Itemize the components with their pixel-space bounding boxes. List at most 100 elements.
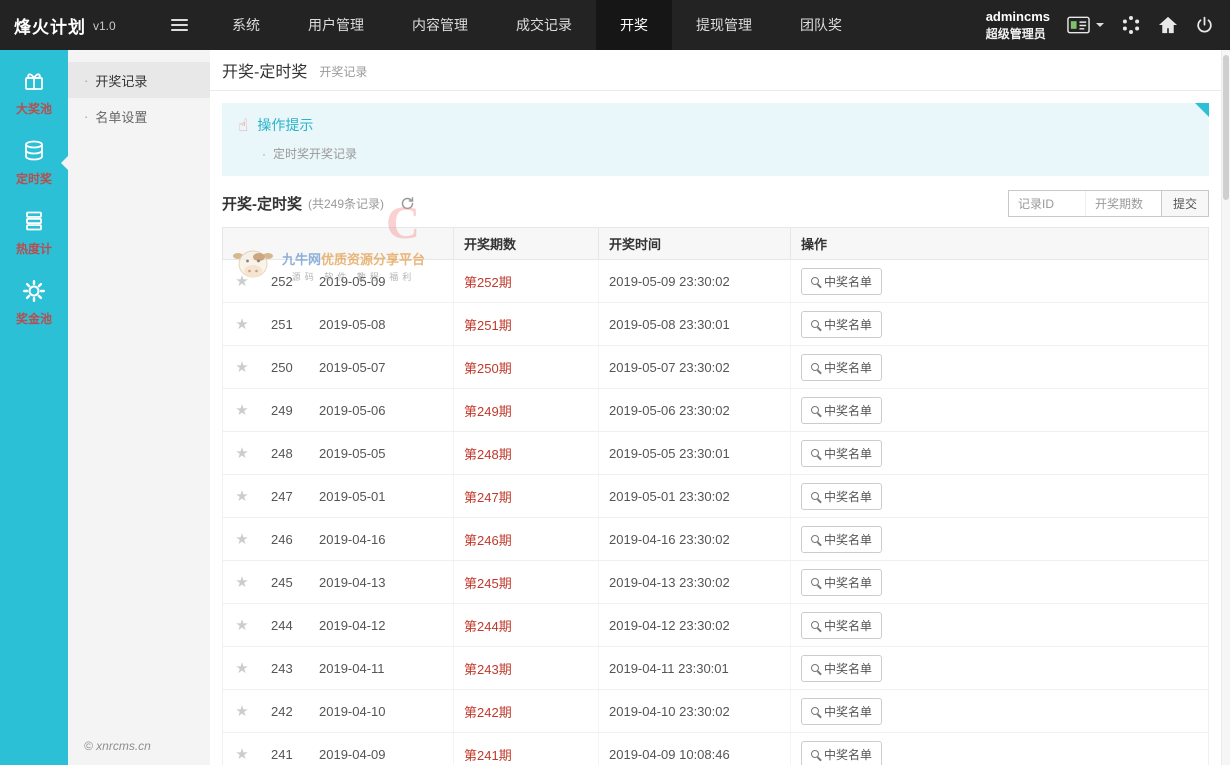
table-row: ★ 250 2019-05-07 第250期 2019-05-07 23:30:… <box>223 346 1208 389</box>
bullet: · <box>84 73 88 88</box>
nav-item-deal-records[interactable]: 成交记录 <box>492 0 596 50</box>
refresh-icon[interactable] <box>400 196 415 211</box>
issue-cell: 第248期 <box>454 432 599 474</box>
header-id <box>261 228 309 259</box>
winners-list-button[interactable]: 中奖名单 <box>801 612 882 639</box>
record-date: 2019-04-09 <box>309 733 454 765</box>
star-icon[interactable]: ★ <box>235 444 248 462</box>
issue-link[interactable]: 第242期 <box>464 702 512 721</box>
submenu-item-draw-records[interactable]: · 开奖记录 <box>68 62 210 98</box>
header-action: 操作 <box>791 228 1208 259</box>
issue-link[interactable]: 第248期 <box>464 444 512 463</box>
navbar-right: admincms 超级管理员 <box>986 0 1230 50</box>
user-role: 超级管理员 <box>986 26 1050 42</box>
draw-time: 2019-04-11 23:30:01 <box>599 647 791 689</box>
star-icon[interactable]: ★ <box>235 745 248 763</box>
logout-power-icon[interactable] <box>1195 16 1214 35</box>
record-date: 2019-05-09 <box>309 260 454 302</box>
record-id-input[interactable] <box>1009 191 1085 216</box>
search-icon <box>811 492 819 500</box>
apps-dots-icon[interactable] <box>1121 15 1141 35</box>
brand-name: 烽火计划 <box>14 13 86 38</box>
header-star <box>223 228 261 259</box>
star-icon[interactable]: ★ <box>235 487 248 505</box>
winners-list-button[interactable]: 中奖名单 <box>801 655 882 682</box>
winners-list-button[interactable]: 中奖名单 <box>801 569 882 596</box>
draw-time: 2019-04-13 23:30:02 <box>599 561 791 603</box>
home-icon[interactable] <box>1158 16 1178 34</box>
search-icon <box>811 750 819 758</box>
star-icon[interactable]: ★ <box>235 702 248 720</box>
draw-time: 2019-05-05 23:30:01 <box>599 432 791 474</box>
nav-item-lottery[interactable]: 开奖 <box>596 0 672 50</box>
issue-link[interactable]: 第243期 <box>464 659 512 678</box>
nav-item-system[interactable]: 系统 <box>208 0 284 50</box>
winners-list-button[interactable]: 中奖名单 <box>801 440 882 467</box>
issue-cell: 第250期 <box>454 346 599 388</box>
profile-card-icon[interactable] <box>1067 16 1104 34</box>
favorite-cell: ★ <box>223 690 261 732</box>
breadcrumb: 开奖记录 <box>319 63 367 80</box>
issue-link[interactable]: 第246期 <box>464 530 512 549</box>
draw-time: 2019-04-09 10:08:46 <box>599 733 791 765</box>
record-date: 2019-04-16 <box>309 518 454 560</box>
winners-list-button[interactable]: 中奖名单 <box>801 483 882 510</box>
database-icon <box>22 139 46 166</box>
nav-item-user-mgmt[interactable]: 用户管理 <box>284 0 388 50</box>
nav-item-content-mgmt[interactable]: 内容管理 <box>388 0 492 50</box>
issue-link[interactable]: 第249期 <box>464 401 512 420</box>
winners-list-button[interactable]: 中奖名单 <box>801 397 882 424</box>
record-id: 247 <box>261 475 309 517</box>
notice-title: 操作提示 <box>257 115 313 135</box>
winners-list-button[interactable]: 中奖名单 <box>801 354 882 381</box>
winners-list-button[interactable]: 中奖名单 <box>801 698 882 725</box>
star-icon[interactable]: ★ <box>235 659 248 677</box>
winners-list-button[interactable]: 中奖名单 <box>801 268 882 295</box>
nav-item-withdraw-mgmt[interactable]: 提现管理 <box>672 0 776 50</box>
star-icon[interactable]: ★ <box>235 573 248 591</box>
issue-number-input[interactable] <box>1085 191 1161 216</box>
issue-link[interactable]: 第247期 <box>464 487 512 506</box>
star-icon[interactable]: ★ <box>235 530 248 548</box>
sidebar-item-grand-prize-pool[interactable]: 大奖池 <box>0 58 68 128</box>
menu-collapse-icon[interactable] <box>150 0 208 50</box>
search-icon <box>811 578 819 586</box>
favorite-cell: ★ <box>223 475 261 517</box>
star-icon[interactable]: ★ <box>235 401 248 419</box>
draw-time: 2019-05-06 23:30:02 <box>599 389 791 431</box>
copyright: © xnrcms.cn <box>84 739 151 753</box>
star-icon[interactable]: ★ <box>235 358 248 376</box>
table-row: ★ 244 2019-04-12 第244期 2019-04-12 23:30:… <box>223 604 1208 647</box>
winners-list-button[interactable]: 中奖名单 <box>801 311 882 338</box>
draw-time: 2019-04-12 23:30:02 <box>599 604 791 646</box>
record-id: 251 <box>261 303 309 345</box>
issue-link[interactable]: 第251期 <box>464 315 512 334</box>
issue-link[interactable]: 第241期 <box>464 745 512 764</box>
sidebar-item-bonus-pool[interactable]: 奖金池 <box>0 268 68 338</box>
star-icon[interactable]: ★ <box>235 272 248 290</box>
scrollbar-thumb[interactable] <box>1223 55 1229 200</box>
issue-link[interactable]: 第250期 <box>464 358 512 377</box>
winners-list-button[interactable]: 中奖名单 <box>801 741 882 765</box>
issue-link[interactable]: 第252期 <box>464 272 512 291</box>
draw-time: 2019-04-10 23:30:02 <box>599 690 791 732</box>
sidebar-item-timed-lottery[interactable]: 定时奖 <box>0 128 68 198</box>
favorite-cell: ★ <box>223 518 261 560</box>
star-icon[interactable]: ★ <box>235 315 248 333</box>
list-toolbar: 开奖-定时奖 (共249条记录) 提交 <box>222 190 1209 217</box>
action-cell: 中奖名单 <box>791 389 1208 431</box>
issue-link[interactable]: 第245期 <box>464 573 512 592</box>
record-id: 252 <box>261 260 309 302</box>
submit-button[interactable]: 提交 <box>1161 191 1208 216</box>
sidebar-item-heat-meter[interactable]: 热度计 <box>0 198 68 268</box>
favorite-cell: ★ <box>223 432 261 474</box>
nav-item-team-award[interactable]: 团队奖 <box>776 0 866 50</box>
submenu-item-list-settings[interactable]: · 名单设置 <box>68 98 210 134</box>
star-icon[interactable]: ★ <box>235 616 248 634</box>
record-date: 2019-05-06 <box>309 389 454 431</box>
favorite-cell: ★ <box>223 389 261 431</box>
vertical-scrollbar[interactable] <box>1221 50 1230 765</box>
issue-link[interactable]: 第244期 <box>464 616 512 635</box>
draw-time: 2019-05-07 23:30:02 <box>599 346 791 388</box>
winners-list-button[interactable]: 中奖名单 <box>801 526 882 553</box>
